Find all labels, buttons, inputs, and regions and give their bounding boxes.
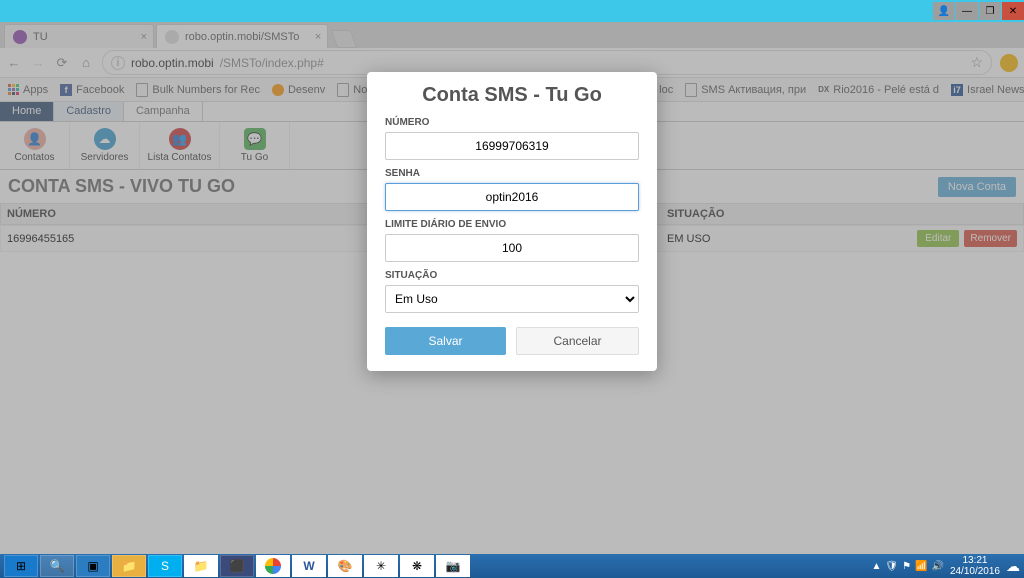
task-item[interactable]: 📁 bbox=[112, 555, 146, 577]
task-item[interactable]: ⬛ bbox=[220, 555, 254, 577]
task-item[interactable] bbox=[256, 555, 290, 577]
task-item[interactable]: 📁 bbox=[184, 555, 218, 577]
label-situacao: SITUAÇÃO bbox=[385, 270, 639, 281]
window-titlebar: 👤 — ❐ ✕ bbox=[0, 0, 1024, 22]
network-icon[interactable]: 📶 bbox=[915, 561, 927, 572]
task-item[interactable]: W bbox=[292, 555, 326, 577]
task-item[interactable]: ❋ bbox=[400, 555, 434, 577]
tray-icon[interactable]: ▲ bbox=[871, 561, 881, 572]
system-tray[interactable]: ▲ 🛡 ⚑ 📶 🔊 bbox=[871, 561, 943, 572]
modal-title: Conta SMS - Tu Go bbox=[385, 84, 639, 107]
window-close[interactable]: ✕ bbox=[1002, 2, 1024, 20]
flag-icon[interactable]: ⚑ bbox=[902, 561, 911, 572]
input-numero[interactable] bbox=[385, 132, 639, 160]
task-item[interactable]: ✳ bbox=[364, 555, 398, 577]
task-item[interactable]: 🔍 bbox=[40, 555, 74, 577]
cancelar-button[interactable]: Cancelar bbox=[516, 327, 639, 355]
input-senha[interactable] bbox=[385, 183, 639, 211]
volume-icon[interactable]: 🔊 bbox=[931, 561, 943, 572]
window-user-icon[interactable]: 👤 bbox=[933, 2, 955, 20]
start-button[interactable]: ⊞ bbox=[4, 555, 38, 577]
task-item[interactable]: 🎨 bbox=[328, 555, 362, 577]
window-maximize[interactable]: ❐ bbox=[979, 2, 1001, 20]
input-limite[interactable] bbox=[385, 234, 639, 262]
label-limite: LIMITE DIÁRIO DE ENVIO bbox=[385, 219, 639, 230]
modal-dialog: Conta SMS - Tu Go NÚMERO SENHA LIMITE DI… bbox=[367, 72, 657, 371]
label-numero: NÚMERO bbox=[385, 117, 639, 128]
taskbar-clock[interactable]: 13:21 24/10/2016 bbox=[950, 555, 1000, 577]
weather-icon[interactable]: ☁ bbox=[1006, 558, 1020, 575]
task-item[interactable]: S bbox=[148, 555, 182, 577]
clock-date: 24/10/2016 bbox=[950, 566, 1000, 577]
select-situacao[interactable]: Em Uso bbox=[385, 285, 639, 313]
label-senha: SENHA bbox=[385, 168, 639, 179]
task-item[interactable]: 📷 bbox=[436, 555, 470, 577]
taskbar: ⊞ 🔍 ▣ 📁 S 📁 ⬛ W 🎨 ✳ ❋ 📷 ▲ 🛡 ⚑ 📶 🔊 13:21 … bbox=[0, 554, 1024, 578]
modal-overlay: Conta SMS - Tu Go NÚMERO SENHA LIMITE DI… bbox=[0, 22, 1024, 554]
salvar-button[interactable]: Salvar bbox=[385, 327, 506, 355]
shield-icon[interactable]: 🛡 bbox=[885, 561, 898, 572]
window-minimize[interactable]: — bbox=[956, 2, 978, 20]
task-item[interactable]: ▣ bbox=[76, 555, 110, 577]
clock-time: 13:21 bbox=[950, 555, 1000, 566]
